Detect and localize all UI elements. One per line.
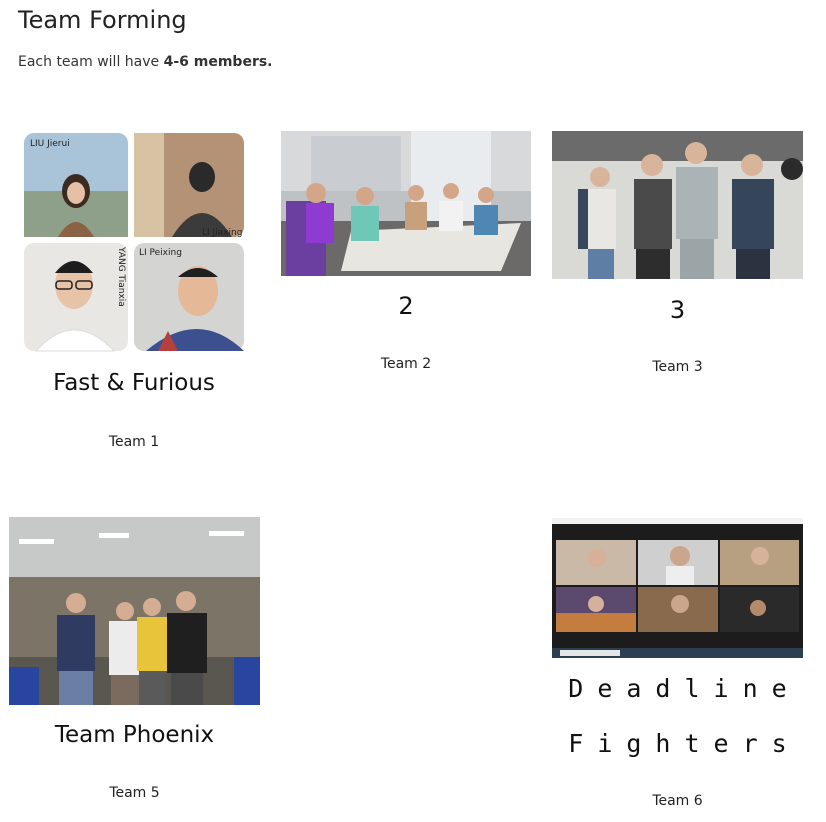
team-6-label: Team 6	[652, 793, 703, 809]
intro-text: Each team will have 4-6 members.	[18, 54, 273, 70]
team-2-label: Team 2	[380, 356, 432, 372]
team-1-label: Team 1	[108, 434, 160, 450]
team-1-name: Fast & Furious	[53, 370, 215, 396]
team-2-name: 2	[398, 292, 414, 320]
collage-name-1: LIU Jierui	[30, 139, 70, 149]
team-6-photo	[552, 518, 803, 658]
team-2-photo	[281, 131, 531, 276]
team-6-name-line2: Fighters	[568, 729, 801, 758]
collage-name-2: LI Jiaxing	[202, 228, 242, 238]
team-5-label: Team 5	[109, 785, 160, 801]
intro-prefix: Each team will have	[18, 54, 164, 70]
team-3-label: Team 3	[652, 359, 703, 375]
team-2-scene	[281, 131, 531, 276]
team-6-scene	[552, 518, 803, 658]
team-3-photo	[552, 131, 803, 279]
page-title: Team Forming	[18, 6, 187, 34]
team-5-scene	[9, 517, 260, 705]
team-1-photo: LIU Jierui LI Jiaxing YANG Tianxia LI Pe…	[18, 131, 250, 353]
collage-name-3: YANG Tianxia	[116, 246, 126, 307]
team-3-name: 3	[669, 296, 686, 324]
collage-name-4: LI Peixing	[139, 248, 182, 258]
team-1-collage: LIU Jierui LI Jiaxing YANG Tianxia LI Pe…	[18, 131, 250, 353]
team-6-name-line1: Deadline	[568, 674, 801, 703]
intro-bold: 4-6 members.	[163, 54, 273, 70]
team-5-name: Team Phoenix	[54, 722, 215, 748]
team-3-scene	[552, 131, 803, 279]
team-5-photo	[9, 517, 260, 705]
